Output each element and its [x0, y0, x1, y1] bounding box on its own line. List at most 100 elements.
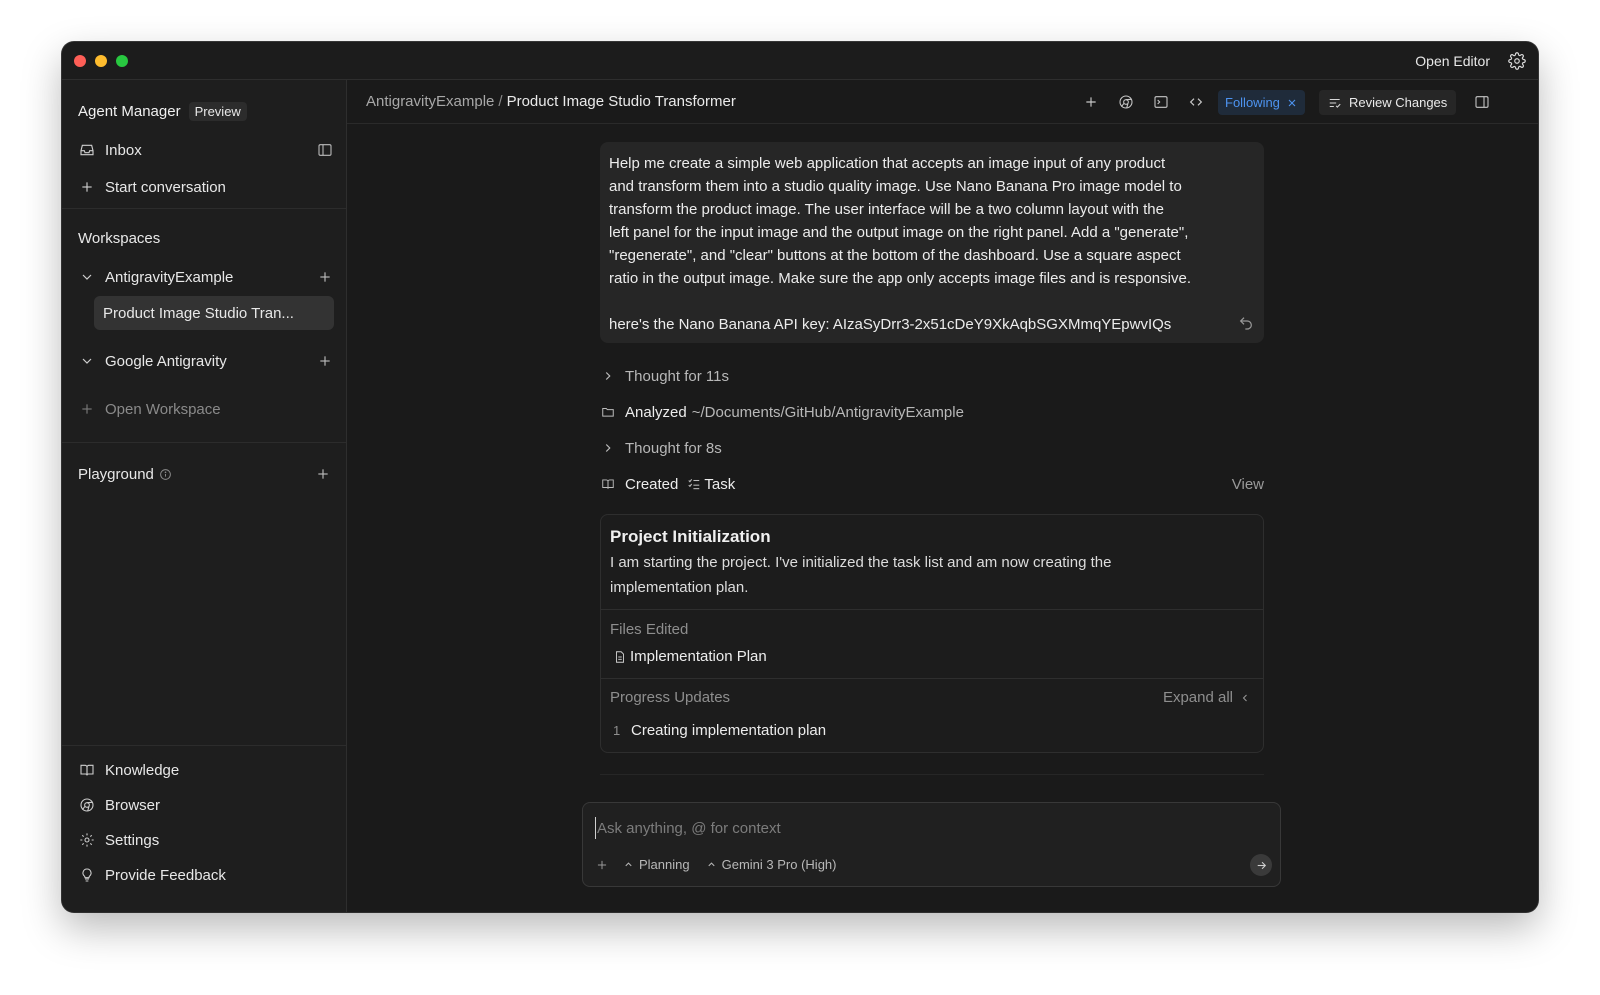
divider [62, 745, 346, 746]
plus-icon[interactable] [595, 858, 609, 872]
message-line: ratio in the output image. Make sure the… [609, 270, 1191, 287]
sidebar-item-label: Browser [105, 796, 161, 814]
toggle-panel-icon[interactable] [1473, 93, 1491, 111]
book-icon [78, 761, 96, 779]
planning-mode-selector[interactable]: Planning [623, 857, 690, 872]
card-header: Project Initialization I am starting the… [610, 527, 1251, 600]
send-button[interactable] [1250, 854, 1272, 876]
analyzed-path: ~/Documents/GitHub/AntigravityExample [691, 403, 964, 421]
workspaces-heading: Workspaces [78, 229, 161, 247]
message-line: transform the product image. The user in… [609, 201, 1164, 218]
following-toggle[interactable]: Following [1218, 90, 1305, 115]
sidebar-item-browser[interactable]: Browser [78, 792, 334, 818]
preview-badge: Preview [188, 101, 247, 121]
add-conversation-icon[interactable] [316, 268, 334, 286]
update-number: 1 [613, 723, 621, 738]
conversation-item[interactable]: Product Image Studio Tran... [103, 300, 334, 326]
sidebar-item-label: Start conversation [105, 178, 226, 196]
composer: Planning Gemini 3 Pro (High) [582, 802, 1281, 887]
breadcrumb-separator: / [498, 93, 503, 110]
playground-section[interactable]: Playground [78, 461, 334, 487]
list-item[interactable]: 1 Creating implementation plan [613, 722, 826, 739]
composer-options: Planning Gemini 3 Pro (High) [595, 857, 852, 872]
close-icon[interactable] [1286, 97, 1298, 109]
sidebar-item-knowledge[interactable]: Knowledge [78, 757, 334, 783]
plus-icon [78, 400, 96, 418]
review-changes-button[interactable]: Review Changes [1319, 90, 1457, 115]
workspace-google-antigravity[interactable]: Google Antigravity [78, 348, 334, 374]
breadcrumb-workspace[interactable]: AntigravityExample [366, 93, 494, 110]
chevron-right-icon[interactable] [600, 368, 616, 384]
code-icon[interactable] [1187, 93, 1205, 111]
add-conversation-icon[interactable] [316, 352, 334, 370]
add-playground-icon[interactable] [314, 465, 332, 483]
chevron-down-icon[interactable] [78, 352, 96, 370]
sidebar-title: Agent Manager [78, 102, 181, 120]
book-icon [600, 476, 616, 492]
open-editor-button[interactable]: Open Editor [1415, 53, 1490, 69]
workspace-antigravityexample[interactable]: AntigravityExample [78, 264, 334, 290]
app-window: Open Editor Agent Manager Preview Inbox … [62, 42, 1538, 912]
sidebar-item-inbox[interactable]: Inbox [78, 137, 334, 163]
browser-icon[interactable] [1117, 93, 1135, 111]
message-api-line: here's the Nano Banana API key: AIzaSyDr… [609, 316, 1172, 333]
divider [600, 774, 1264, 775]
card-description: I am starting the project. I've initiali… [610, 554, 1112, 596]
sidebar-header: Agent Manager Preview [78, 98, 334, 124]
created-item-link[interactable]: Task [704, 476, 735, 493]
toggle-sidebar-icon[interactable] [316, 141, 334, 159]
start-conversation-button[interactable]: Start conversation [78, 174, 334, 200]
analyzed-step: Analyzed ~/Documents/GitHub/AntigravityE… [600, 400, 1264, 424]
sidebar-item-label: Provide Feedback [105, 866, 226, 884]
lightbulb-icon [78, 866, 96, 884]
toolbar: AntigravityExample / Product Image Studio … [347, 80, 1538, 124]
progress-updates-label: Progress Updates [610, 689, 731, 706]
open-workspace-label: Open Workspace [105, 400, 221, 418]
thought-step-1[interactable]: Thought for 11s [600, 364, 1264, 388]
workspace-name: Google Antigravity [105, 352, 227, 370]
chevron-left-icon [1242, 694, 1247, 701]
sidebar-item-feedback[interactable]: Provide Feedback [78, 862, 334, 888]
message-line: and transform them into a studio quality… [609, 178, 1182, 195]
created-label: Created [625, 475, 679, 493]
divider [62, 442, 346, 443]
message-line: "regenerate", and "clear" buttons at the… [609, 247, 1181, 264]
maximize-window-button[interactable] [116, 55, 128, 67]
created-step: Created Task View [600, 472, 1264, 496]
undo-icon[interactable] [1238, 315, 1254, 331]
sidebar-item-label: Knowledge [105, 761, 180, 779]
expand-all-button[interactable]: Expand all [1163, 689, 1251, 706]
model-selector[interactable]: Gemini 3 Pro (High) [706, 857, 836, 872]
open-workspace-button[interactable]: Open Workspace [78, 396, 334, 422]
divider [601, 678, 1263, 679]
message-line: Help me create a simple web application … [609, 155, 1166, 172]
checklist-icon [688, 479, 700, 490]
file-name: Implementation Plan [630, 648, 767, 665]
plus-icon[interactable] [1082, 93, 1100, 111]
terminal-icon[interactable] [1152, 93, 1170, 111]
thought-label: Thought for 11s [625, 367, 729, 385]
title-bar: Open Editor [62, 42, 1538, 80]
chevron-right-icon[interactable] [600, 440, 616, 456]
info-icon[interactable] [159, 468, 172, 481]
chevron-down-icon[interactable] [78, 268, 96, 286]
review-list-icon [1329, 98, 1341, 108]
sidebar-item-settings[interactable]: Settings [78, 827, 334, 853]
browser-icon [78, 796, 96, 814]
document-icon [616, 650, 624, 663]
file-item[interactable]: Implementation Plan [613, 648, 767, 665]
inbox-icon [78, 141, 96, 159]
gear-icon[interactable] [1508, 52, 1526, 70]
chat-input[interactable] [595, 817, 1235, 839]
thought-step-2[interactable]: Thought for 8s [600, 436, 1264, 460]
sidebar: Agent Manager Preview Inbox Start conver… [62, 80, 347, 912]
minimize-window-button[interactable] [95, 55, 107, 67]
update-text: Creating implementation plan [631, 722, 827, 739]
conversation-label: Product Image Studio Tran... [103, 304, 294, 322]
view-button[interactable]: View [1232, 476, 1264, 493]
close-window-button[interactable] [74, 55, 86, 67]
divider [62, 208, 346, 209]
review-changes-label: Review Changes [1349, 95, 1448, 110]
breadcrumb: AntigravityExample / Product Image Studio … [366, 93, 736, 110]
card-title: Project Initialization [610, 527, 771, 546]
